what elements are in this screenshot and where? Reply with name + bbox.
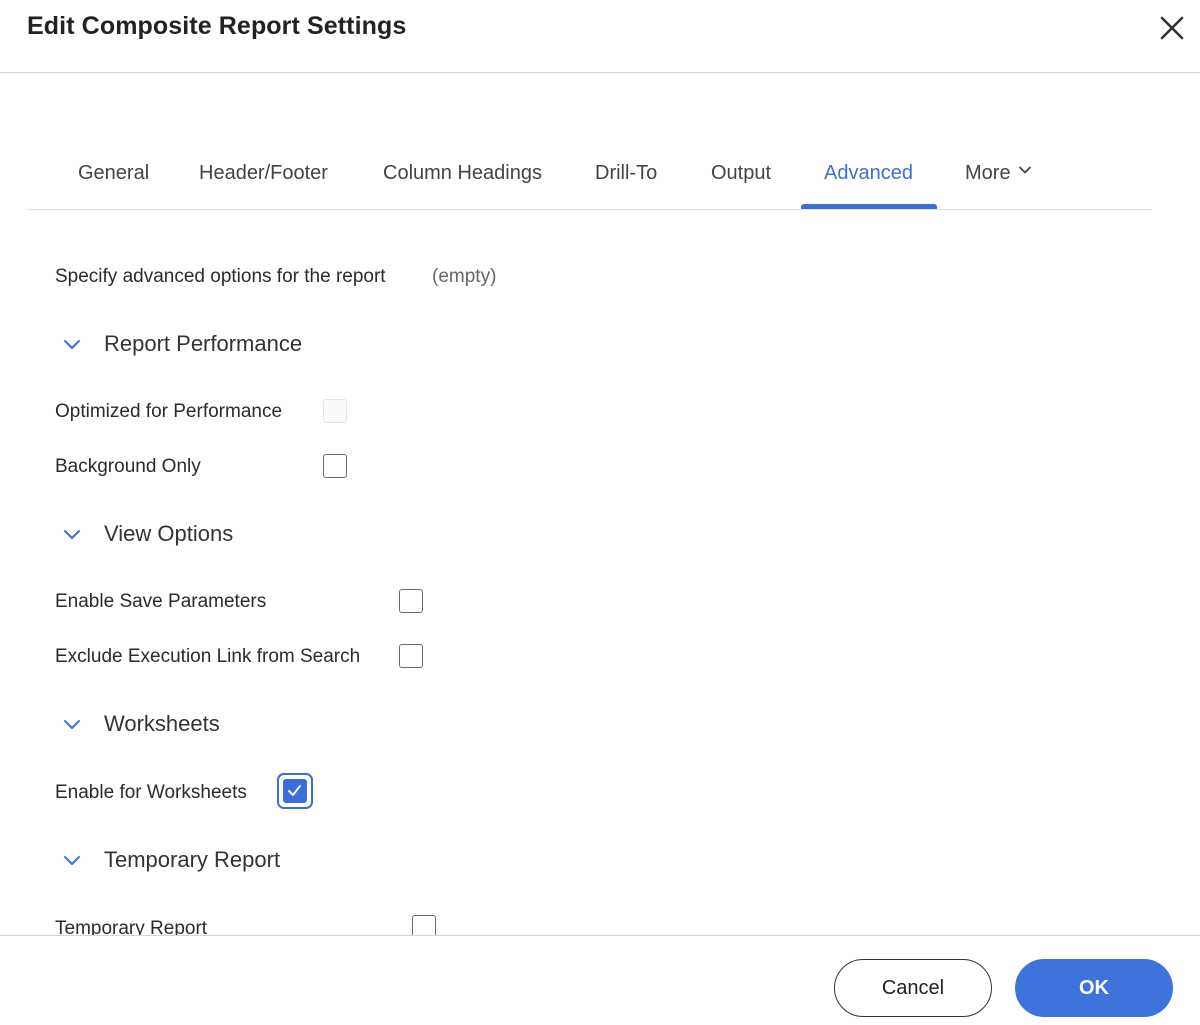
intro-value: (empty) <box>432 266 497 287</box>
tab-more-label: More <box>965 162 1011 184</box>
section-title: View Options <box>104 521 234 546</box>
tab-bar: General Header/Footer Column Headings Dr… <box>27 140 1152 210</box>
optimized-for-performance-checkbox <box>323 399 347 423</box>
close-button[interactable] <box>1154 10 1190 46</box>
tab-output[interactable]: Output <box>711 162 771 185</box>
tab-column-headings[interactable]: Column Headings <box>383 162 542 185</box>
tab-more[interactable]: More <box>965 162 1033 185</box>
tab-drill-to[interactable]: Drill-To <box>595 162 657 185</box>
option-label: Enable Save Parameters <box>55 591 267 612</box>
tab-general[interactable]: General <box>78 162 149 185</box>
ok-button[interactable]: OK <box>1015 959 1173 1017</box>
chevron-down-icon <box>1017 161 1033 184</box>
dialog-header: Edit Composite Report Settings <box>0 0 1200 73</box>
cancel-button[interactable]: Cancel <box>834 959 992 1017</box>
advanced-panel: Specify advanced options for the report … <box>0 211 1200 935</box>
close-icon <box>1160 16 1184 40</box>
section-title: Worksheets <box>104 711 220 736</box>
tab-header-footer[interactable]: Header/Footer <box>199 162 328 185</box>
enable-for-worksheets-checkbox[interactable] <box>283 779 307 803</box>
checkmark-icon <box>288 785 301 796</box>
chevron-down-icon <box>62 718 82 737</box>
option-label: Enable for Worksheets <box>55 782 247 803</box>
temporary-report-checkbox[interactable] <box>412 915 436 935</box>
chevron-down-icon <box>62 338 82 357</box>
chevron-down-icon <box>62 528 82 547</box>
option-label: Optimized for Performance <box>55 401 283 422</box>
background-only-checkbox[interactable] <box>323 454 347 478</box>
dialog-title: Edit Composite Report Settings <box>27 12 407 40</box>
section-title: Temporary Report <box>104 847 281 872</box>
dialog-footer: Cancel OK <box>0 935 1200 1025</box>
option-label: Temporary Report <box>55 918 208 935</box>
active-tab-indicator <box>801 204 937 209</box>
enable-save-parameters-checkbox[interactable] <box>399 589 423 613</box>
section-title: Report Performance <box>104 331 303 356</box>
option-label: Background Only <box>55 456 201 477</box>
exclude-execution-link-checkbox[interactable] <box>399 644 423 668</box>
tab-advanced[interactable]: Advanced <box>824 162 913 185</box>
chevron-down-icon <box>62 854 82 873</box>
option-label: Exclude Execution Link from Search <box>55 646 361 667</box>
intro-label: Specify advanced options for the report <box>55 266 386 287</box>
